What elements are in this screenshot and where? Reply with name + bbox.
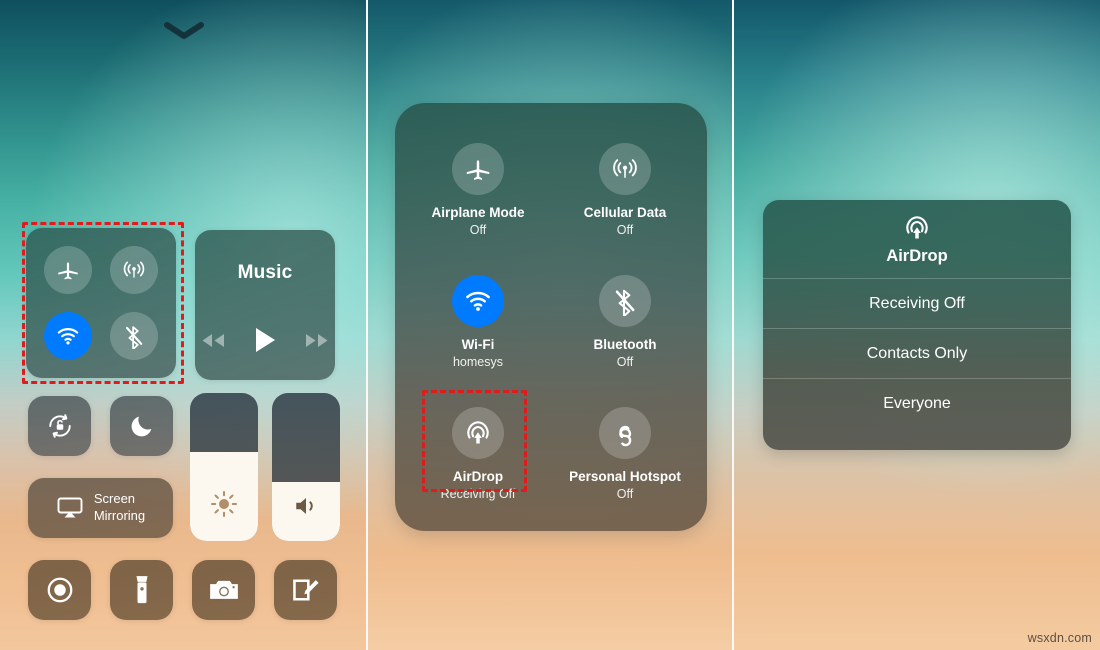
screen-mirroring-module[interactable]: Screen Mirroring <box>28 478 173 538</box>
bluetooth-off-icon <box>121 323 147 349</box>
music-title: Music <box>237 262 293 283</box>
cellular-toggle-circle[interactable] <box>599 143 651 195</box>
wifi-toggle-circle[interactable] <box>452 275 504 327</box>
panel-divider-1 <box>366 0 368 650</box>
volume-slider[interactable] <box>272 393 340 541</box>
toggle-rotation-lock[interactable] <box>28 396 91 456</box>
tile-label: Airplane Mode <box>431 205 525 220</box>
toggle-bluetooth[interactable] <box>110 312 158 360</box>
wifi-icon <box>463 286 493 316</box>
watermark: wsxdn.com <box>1027 631 1092 645</box>
play-icon[interactable] <box>252 326 278 354</box>
brightness-icon <box>190 489 258 519</box>
connectivity-expanded-card: Airplane Mode Off Cellular Data Off Wi-F… <box>395 103 707 531</box>
tile-airdrop[interactable]: AirDrop Receiving Off <box>403 407 553 503</box>
cellular-data-icon <box>610 154 640 184</box>
volume-icon <box>272 493 340 519</box>
screenshot-stage: Music Screen Mirroring Airplane Mode Off… <box>0 0 1100 650</box>
toggle-wifi[interactable] <box>44 312 92 360</box>
connectivity-module[interactable] <box>26 228 176 378</box>
airplane-icon <box>55 257 81 283</box>
tile-sublabel: Off <box>616 222 634 237</box>
tile-cellular-data[interactable]: Cellular Data Off <box>550 143 700 239</box>
tile-label: Personal Hotspot <box>569 469 681 484</box>
flashlight-icon <box>133 575 151 605</box>
tile-airplane-mode[interactable]: Airplane Mode Off <box>403 143 553 239</box>
screen-mirroring-label: Screen Mirroring <box>93 491 146 523</box>
airdrop-option-everyone[interactable]: Everyone <box>763 378 1071 428</box>
chevron-down-icon[interactable] <box>164 22 204 40</box>
shortcut-screen-record[interactable] <box>28 560 91 620</box>
airplane-toggle-circle[interactable] <box>452 143 504 195</box>
do-not-disturb-moon-icon <box>128 412 156 440</box>
shortcut-notes[interactable] <box>274 560 337 620</box>
airdrop-toggle-circle[interactable] <box>452 407 504 459</box>
tile-label: AirDrop <box>452 469 504 484</box>
toggle-airplane-mode[interactable] <box>44 246 92 294</box>
tile-wifi[interactable]: Wi-Fi homesys <box>403 275 553 371</box>
airdrop-icon <box>463 418 493 448</box>
music-controls <box>195 326 335 354</box>
tile-sublabel: homesys <box>452 354 504 369</box>
tile-sublabel: Off <box>616 354 634 369</box>
tile-label: Bluetooth <box>593 337 657 352</box>
airdrop-option-contacts-only[interactable]: Contacts Only <box>763 328 1071 378</box>
camera-icon <box>208 577 240 603</box>
toggle-do-not-disturb[interactable] <box>110 396 173 456</box>
airdrop-options-menu: AirDrop Receiving Off Contacts Only Ever… <box>763 200 1071 450</box>
panel-control-center-overview: Music Screen Mirroring <box>0 0 366 650</box>
airdrop-menu-title: AirDrop <box>886 246 948 265</box>
shortcut-camera[interactable] <box>192 560 255 620</box>
airdrop-option-receiving-off[interactable]: Receiving Off <box>763 278 1071 328</box>
brightness-slider[interactable] <box>190 393 258 541</box>
airdrop-menu-header: AirDrop <box>763 200 1071 278</box>
panel-connectivity-expanded: Airplane Mode Off Cellular Data Off Wi-F… <box>368 0 732 650</box>
tile-bluetooth[interactable]: Bluetooth Off <box>550 275 700 371</box>
rewind-icon[interactable] <box>200 332 226 349</box>
airdrop-icon <box>902 213 932 243</box>
tile-label: Cellular Data <box>583 205 667 220</box>
rotation-lock-icon <box>45 411 75 441</box>
screen-record-icon <box>45 575 75 605</box>
screen-mirroring-icon <box>56 496 84 520</box>
hotspot-toggle-circle[interactable] <box>599 407 651 459</box>
notes-icon <box>291 575 321 605</box>
tile-personal-hotspot[interactable]: Personal Hotspot Off <box>550 407 700 503</box>
shortcut-flashlight[interactable] <box>110 560 173 620</box>
tile-sublabel: Off <box>469 222 487 237</box>
panel-airdrop-menu: AirDrop Receiving Off Contacts Only Ever… <box>734 0 1100 650</box>
tile-sublabel: Off <box>616 486 634 501</box>
personal-hotspot-icon <box>610 418 640 448</box>
cellular-data-icon <box>121 257 147 283</box>
bluetooth-toggle-circle[interactable] <box>599 275 651 327</box>
fast-forward-icon[interactable] <box>304 332 330 349</box>
bluetooth-off-icon <box>610 286 640 316</box>
panel-divider-2 <box>732 0 734 650</box>
toggle-cellular-data[interactable] <box>110 246 158 294</box>
music-module[interactable]: Music <box>195 230 335 380</box>
tile-sublabel: Receiving Off <box>440 486 516 501</box>
tile-label: Wi-Fi <box>461 337 495 352</box>
airplane-icon <box>463 154 493 184</box>
wifi-icon <box>55 323 81 349</box>
